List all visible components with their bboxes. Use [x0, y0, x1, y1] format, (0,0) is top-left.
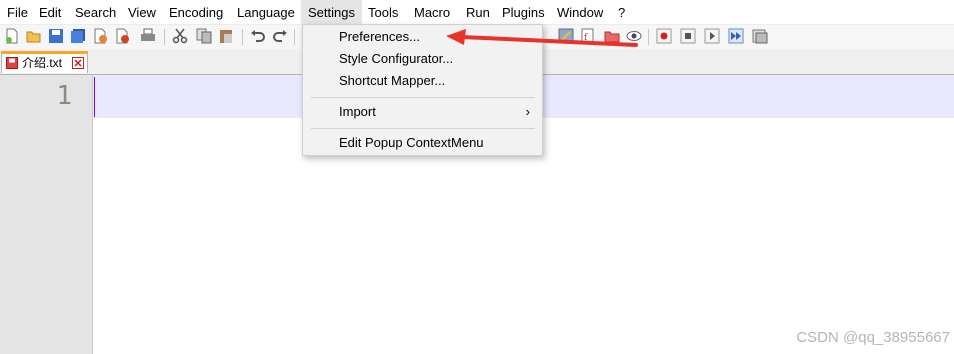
menu-encoding[interactable]: Encoding — [162, 0, 230, 24]
toolbar-separator — [648, 29, 649, 45]
close-all-icon[interactable] — [114, 28, 130, 44]
annotation-arrow-icon — [440, 28, 640, 50]
toolbar-separator — [294, 29, 295, 45]
line-number: 1 — [56, 81, 72, 111]
menu-bar: File Edit Search View Encoding Language … — [0, 0, 954, 24]
undo-icon[interactable] — [250, 28, 266, 44]
save-all-icon[interactable] — [70, 28, 86, 44]
run-macro-multiple-icon[interactable] — [728, 28, 744, 44]
menu-tools[interactable]: Tools — [361, 0, 405, 24]
close-icon[interactable] — [92, 28, 108, 44]
menu-separator — [311, 128, 535, 129]
new-file-icon[interactable] — [4, 28, 20, 44]
menu-run[interactable]: Run — [459, 0, 497, 24]
paste-icon[interactable] — [218, 28, 234, 44]
menu-separator — [311, 97, 535, 98]
watermark: CSDN @qq_38955667 — [796, 329, 950, 346]
menu-item-label: Edit Popup ContextMenu — [339, 135, 484, 150]
menu-item-import[interactable]: Import › — [303, 101, 542, 123]
menu-language[interactable]: Language — [230, 0, 302, 24]
toolbar-separator — [164, 29, 165, 45]
menu-file[interactable]: File — [0, 0, 35, 24]
menu-settings[interactable]: Settings — [301, 0, 362, 24]
copy-icon[interactable] — [196, 28, 212, 44]
menu-item-label: Preferences... — [339, 29, 420, 44]
toolbar-separator — [242, 29, 243, 45]
cut-icon[interactable] — [172, 28, 188, 44]
text-caret — [94, 77, 95, 117]
save-icon[interactable] — [48, 28, 64, 44]
tab-file[interactable]: 介绍.txt — [1, 51, 88, 73]
menu-item-style-configurator[interactable]: Style Configurator... — [303, 48, 542, 70]
menu-item-shortcut-mapper[interactable]: Shortcut Mapper... — [303, 70, 542, 92]
stop-record-icon[interactable] — [680, 28, 696, 44]
redo-icon[interactable] — [272, 28, 288, 44]
unsaved-file-icon — [6, 57, 18, 69]
menu-item-label: Import — [339, 104, 376, 119]
menu-item-label: Shortcut Mapper... — [339, 73, 446, 88]
tab-label: 介绍.txt — [22, 56, 63, 70]
save-macro-icon[interactable] — [752, 28, 768, 44]
tab-close-icon[interactable] — [72, 57, 84, 69]
menu-item-edit-popup-contextmenu[interactable]: Edit Popup ContextMenu — [303, 132, 542, 154]
menu-item-label: Style Configurator... — [339, 51, 454, 66]
menu-view[interactable]: View — [121, 0, 163, 24]
menu-window[interactable]: Window — [550, 0, 610, 24]
record-macro-icon[interactable] — [656, 28, 672, 44]
menu-plugins[interactable]: Plugins — [495, 0, 552, 24]
line-number-gutter: 1 — [0, 75, 93, 354]
submenu-arrow-icon: › — [525, 104, 530, 119]
open-file-icon[interactable] — [26, 28, 42, 44]
play-macro-icon[interactable] — [704, 28, 720, 44]
menu-help[interactable]: ? — [611, 0, 632, 24]
menu-macro[interactable]: Macro — [407, 0, 457, 24]
menu-edit[interactable]: Edit — [32, 0, 68, 24]
menu-search[interactable]: Search — [68, 0, 123, 24]
print-icon[interactable] — [140, 28, 156, 44]
